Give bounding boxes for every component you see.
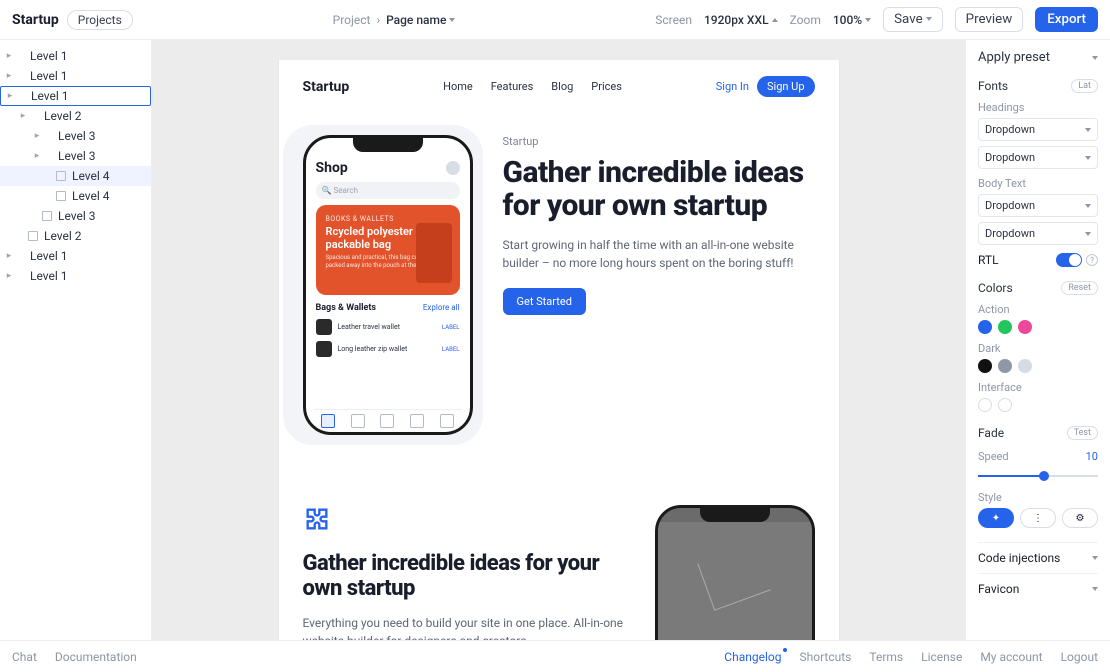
signin-link[interactable]: Sign In	[716, 80, 749, 93]
documentation-link[interactable]: Documentation	[55, 650, 137, 664]
brand-logo: Startup	[12, 12, 59, 28]
color-swatch[interactable]	[1018, 359, 1032, 373]
style-option-2[interactable]: ⋮	[1020, 508, 1056, 528]
changelog-link[interactable]: Changelog	[724, 650, 781, 664]
headings-label: Headings	[978, 101, 1098, 114]
signup-button[interactable]: Sign Up	[757, 76, 815, 97]
dark-label: Dark	[978, 342, 1098, 355]
site-nav: Home Features Blog Prices	[349, 80, 715, 93]
breadcrumb: Project › Page name	[133, 13, 655, 27]
colors-reset-button[interactable]: Reset	[1061, 281, 1098, 295]
rtl-help-icon[interactable]: ?	[1086, 254, 1098, 266]
nav-home[interactable]: Home	[443, 80, 473, 93]
shortcuts-link[interactable]: Shortcuts	[799, 650, 851, 664]
section2-body: Everything you need to build your site i…	[303, 614, 625, 640]
shop-title: Shop	[316, 160, 348, 176]
fade-heading: Fade	[978, 426, 1004, 440]
hero-cta-button[interactable]: Get Started	[503, 288, 586, 315]
section2-phone-mockup: Sky WalkerFollow 120Posts 30,6kFollowers…	[655, 505, 815, 640]
body-font-dropdown[interactable]: Dropdown	[978, 194, 1098, 217]
my-account-link[interactable]: My account	[980, 650, 1042, 664]
interface-label: Interface	[978, 381, 1098, 394]
color-swatch[interactable]	[1018, 320, 1032, 334]
style-option-3[interactable]: ⚙	[1062, 508, 1098, 528]
fonts-heading: Fonts	[978, 79, 1008, 93]
breadcrumb-page[interactable]: Page name	[386, 13, 455, 27]
tree-item[interactable]: ▸Level 1	[0, 66, 151, 86]
color-swatch[interactable]	[978, 359, 992, 373]
speed-label: Speed	[978, 450, 1009, 463]
projects-button[interactable]: Projects	[67, 10, 133, 30]
section2-title: Gather incredible ideas for your own sta…	[303, 551, 625, 602]
canvas[interactable]: Startup Home Features Blog Prices Sign I…	[152, 40, 965, 640]
nav-blog[interactable]: Blog	[551, 80, 573, 93]
action-label: Action	[978, 303, 1098, 316]
tree-item[interactable]: ▸Level 3	[0, 146, 151, 166]
artboard[interactable]: Startup Home Features Blog Prices Sign I…	[279, 60, 839, 640]
tree-item[interactable]: ▸Level 1	[0, 246, 151, 266]
hero-title: Gather incredible ideas for your own sta…	[503, 156, 815, 222]
inspector-panel: Apply preset FontsLat Headings Dropdown …	[965, 40, 1110, 640]
fade-test-button[interactable]: Test	[1067, 426, 1098, 440]
interface-swatch[interactable]	[998, 398, 1012, 412]
headings-font-dropdown[interactable]: Dropdown	[978, 118, 1098, 141]
interface-swatch[interactable]	[978, 398, 992, 412]
tree-item[interactable]: ▸Level 1	[0, 266, 151, 286]
tree-item[interactable]: ▸Level 1	[0, 86, 151, 106]
breadcrumb-root[interactable]: Project	[333, 13, 371, 27]
tree-item[interactable]: ▸Level 2	[0, 106, 151, 126]
layer-tree: ▸Level 1▸Level 1▸Level 1▸Level 2▸Level 3…	[0, 40, 152, 640]
zoom-value[interactable]: 100%	[833, 13, 871, 27]
body-weight-dropdown[interactable]: Dropdown	[978, 222, 1098, 245]
rtl-label: RTL	[978, 253, 999, 267]
hero-phone-mockup: Shop 🔍 Search BOOKS & WALLETS Rcycled po…	[303, 135, 473, 435]
zoom-label: Zoom	[790, 13, 821, 27]
bodytext-label: Body Text	[978, 177, 1098, 190]
puzzle-icon	[303, 505, 331, 533]
tree-item[interactable]: ▸Level 1	[0, 46, 151, 66]
site-logo: Startup	[303, 79, 350, 95]
nav-prices[interactable]: Prices	[591, 80, 622, 93]
colors-heading: Colors	[978, 281, 1013, 295]
featured-card: BOOKS & WALLETS Rcycled polyester soft p…	[316, 205, 460, 295]
screen-value[interactable]: 1920px XXL	[704, 13, 778, 27]
speed-slider[interactable]	[978, 469, 1098, 483]
rtl-toggle[interactable]	[1056, 253, 1082, 267]
save-button[interactable]: Save	[883, 7, 943, 32]
avatar-icon	[446, 161, 460, 175]
preview-button[interactable]: Preview	[955, 7, 1024, 32]
fonts-lat-button[interactable]: Lat	[1071, 79, 1098, 93]
tree-item[interactable]: ▸Level 3	[0, 126, 151, 146]
favicon[interactable]: Favicon	[978, 573, 1098, 604]
screen-label: Screen	[655, 13, 692, 27]
chat-link[interactable]: Chat	[12, 650, 37, 664]
logout-link[interactable]: Logout	[1061, 650, 1098, 664]
topbar: Startup Projects Project › Page name Scr…	[0, 0, 1110, 40]
color-swatch[interactable]	[998, 320, 1012, 334]
tree-item[interactable]: Level 3	[0, 206, 151, 226]
apply-preset[interactable]: Apply preset	[978, 50, 1098, 65]
tree-item[interactable]: Level 2	[0, 226, 151, 246]
style-label: Style	[978, 491, 1098, 504]
hero-body: Start growing in half the time with an a…	[503, 236, 815, 272]
speed-value: 10	[1086, 450, 1098, 463]
color-swatch[interactable]	[998, 359, 1012, 373]
code-injections[interactable]: Code injections	[978, 542, 1098, 573]
tree-item[interactable]: Level 4	[0, 166, 151, 186]
nav-features[interactable]: Features	[491, 80, 534, 93]
hero-eyebrow: Startup	[503, 135, 815, 148]
search-input: 🔍 Search	[316, 182, 460, 199]
color-swatch[interactable]	[978, 320, 992, 334]
tree-item[interactable]: Level 4	[0, 186, 151, 206]
export-button[interactable]: Export	[1035, 7, 1098, 32]
headings-weight-dropdown[interactable]: Dropdown	[978, 146, 1098, 169]
license-link[interactable]: License	[921, 650, 962, 664]
terms-link[interactable]: Terms	[869, 650, 903, 664]
style-option-1[interactable]: ✦	[978, 508, 1014, 528]
bottombar: Chat Documentation Changelog Shortcuts T…	[0, 640, 1110, 672]
